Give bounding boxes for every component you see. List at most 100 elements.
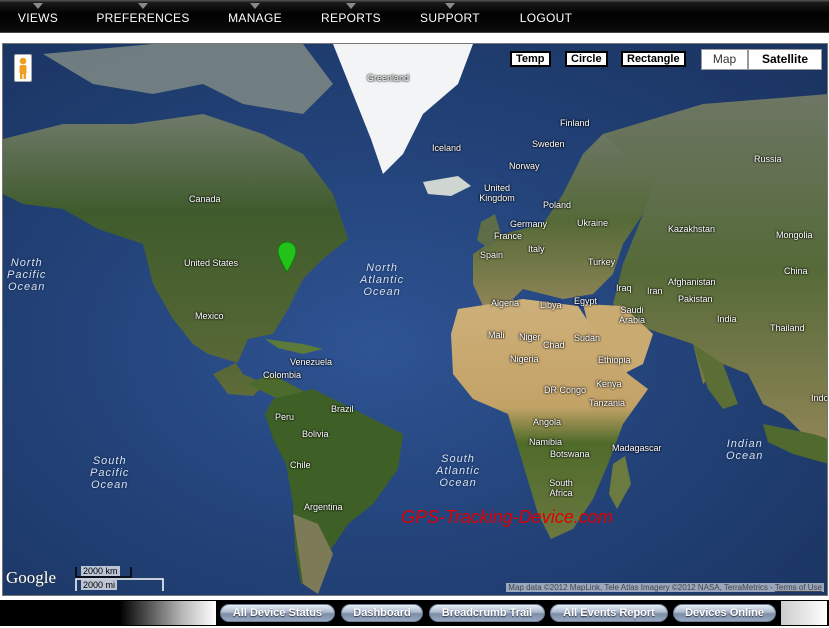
chevron-down-icon	[250, 3, 260, 9]
toolbar-gradient-left	[2, 601, 216, 625]
country-label: Iraq	[616, 283, 632, 293]
nav-label: SUPPORT	[420, 11, 480, 25]
country-label: Norway	[509, 161, 540, 171]
country-label: Egypt	[574, 296, 598, 306]
ocean-label: North Pacific Ocean	[7, 257, 47, 293]
toolbar-gradient-right	[781, 601, 827, 625]
country-label: Ukraine	[577, 218, 609, 228]
map-type-map-button[interactable]: Map	[701, 49, 748, 70]
ocean-label: North Atlantic Ocean	[360, 262, 405, 298]
map-scale: 2000 km 2000 mi	[75, 565, 165, 593]
country-label: Iran	[647, 286, 663, 296]
ocean-label: Indian Ocean	[726, 438, 764, 462]
nav-support-menu[interactable]: SUPPORT	[414, 0, 486, 33]
attribution-text: Map data ©2012 MapLink, Tele Atlas Image…	[508, 583, 775, 592]
country-label: Spain	[480, 250, 504, 260]
map-type-satellite-button[interactable]: Satellite	[748, 49, 822, 70]
country-label: Indo	[811, 393, 828, 403]
country-label: Russia	[754, 154, 782, 164]
dashboard-button[interactable]: Dashboard	[341, 604, 423, 622]
country-label: Greenland	[367, 73, 410, 83]
nav-label: REPORTS	[321, 11, 381, 25]
chevron-down-icon	[346, 3, 356, 9]
country-label: Iceland	[432, 143, 462, 153]
nav-logout-link[interactable]: LOGOUT	[514, 0, 578, 33]
scale-mi-label: 2000 mi	[81, 580, 118, 590]
temp-tool-button[interactable]: Temp	[510, 51, 551, 67]
country-label: Sudan	[574, 333, 601, 343]
country-label: Sweden	[532, 139, 565, 149]
country-label: Mongolia	[776, 230, 813, 240]
nav-views-menu[interactable]: VIEWS	[10, 0, 66, 33]
nav-label: MANAGE	[228, 11, 282, 25]
country-label: South Africa	[549, 478, 573, 498]
terms-of-use-link[interactable]: Terms of Use	[775, 583, 822, 592]
country-label: Ethiopia	[598, 355, 631, 365]
country-label: India	[717, 314, 737, 324]
map-attribution: Map data ©2012 MapLink, Tele Atlas Image…	[506, 583, 824, 592]
rectangle-tool-button[interactable]: Rectangle	[621, 51, 686, 67]
country-label: Thailand	[770, 323, 805, 333]
country-label: Nigeria	[510, 354, 539, 364]
country-label: Canada	[189, 194, 221, 204]
map-canvas[interactable]: Temp Circle Rectangle Map Satellite Gree…	[2, 43, 828, 596]
country-label: Kazakhstan	[668, 224, 716, 234]
country-label: Poland	[543, 200, 572, 210]
device-location-marker[interactable]	[277, 241, 297, 273]
country-label: Bolivia	[302, 429, 329, 439]
country-label: Pakistan	[678, 294, 713, 304]
nav-preferences-menu[interactable]: PREFERENCES	[92, 0, 194, 33]
breadcrumb-trail-button[interactable]: Breadcrumb Trail	[429, 604, 545, 622]
pegman-icon[interactable]	[14, 54, 32, 82]
country-label: Saudi Arabia	[618, 305, 645, 325]
country-label: Colombia	[263, 370, 302, 380]
chevron-down-icon	[33, 3, 43, 9]
country-label: Brazil	[331, 404, 354, 414]
country-label: Chad	[543, 340, 565, 350]
country-label: Peru	[275, 412, 295, 422]
scale-km-label: 2000 km	[81, 566, 120, 576]
nav-label: VIEWS	[17, 11, 59, 25]
country-label: Namibia	[529, 437, 563, 447]
nav-label: LOGOUT	[519, 11, 573, 25]
country-label: Kenya	[596, 379, 622, 389]
google-logo[interactable]: Google	[6, 568, 56, 588]
country-label: Mali	[488, 330, 505, 340]
country-label: Finland	[560, 118, 590, 128]
country-label: Turkey	[588, 257, 616, 267]
country-label: Niger	[519, 332, 541, 342]
country-label: Botswana	[550, 449, 590, 459]
ocean-label: South Pacific Ocean	[90, 455, 130, 491]
country-label: Libya	[540, 300, 562, 310]
chevron-down-icon	[445, 3, 455, 9]
country-label: Mexico	[195, 311, 224, 321]
country-label: China	[784, 266, 808, 276]
bottom-toolbar: All Device Status Dashboard Breadcrumb T…	[0, 600, 829, 626]
nav-label: PREFERENCES	[96, 11, 190, 25]
nav-manage-menu[interactable]: MANAGE	[222, 0, 288, 33]
country-label: Afghanistan	[668, 277, 716, 287]
devices-online-button[interactable]: Devices Online	[673, 604, 776, 622]
country-label: Italy	[528, 244, 545, 254]
chevron-down-icon	[138, 3, 148, 9]
nav-reports-menu[interactable]: REPORTS	[316, 0, 386, 33]
country-label: Chile	[290, 460, 311, 470]
country-label: Algeria	[491, 298, 520, 308]
country-label: France	[494, 231, 523, 241]
all-device-status-button[interactable]: All Device Status	[220, 604, 335, 622]
country-label: Germany	[510, 219, 548, 229]
country-label: United Kingdom	[479, 183, 515, 203]
ocean-label: South Atlantic Ocean	[436, 453, 481, 489]
country-label: United States	[184, 258, 239, 268]
country-label: Argentina	[304, 502, 343, 512]
country-label: Tanzania	[589, 398, 626, 408]
country-label: Madagascar	[612, 443, 662, 453]
country-label: Angola	[533, 417, 562, 427]
country-label: DR Congo	[544, 385, 587, 395]
country-label: Venezuela	[290, 357, 333, 367]
top-navigation: VIEWS PREFERENCES MANAGE REPORTS SUPPORT…	[0, 0, 829, 33]
watermark-text: GPS-Tracking-Device.com	[401, 507, 613, 527]
map-pin-icon	[277, 241, 297, 273]
all-events-report-button[interactable]: All Events Report	[550, 604, 668, 622]
circle-tool-button[interactable]: Circle	[565, 51, 608, 67]
